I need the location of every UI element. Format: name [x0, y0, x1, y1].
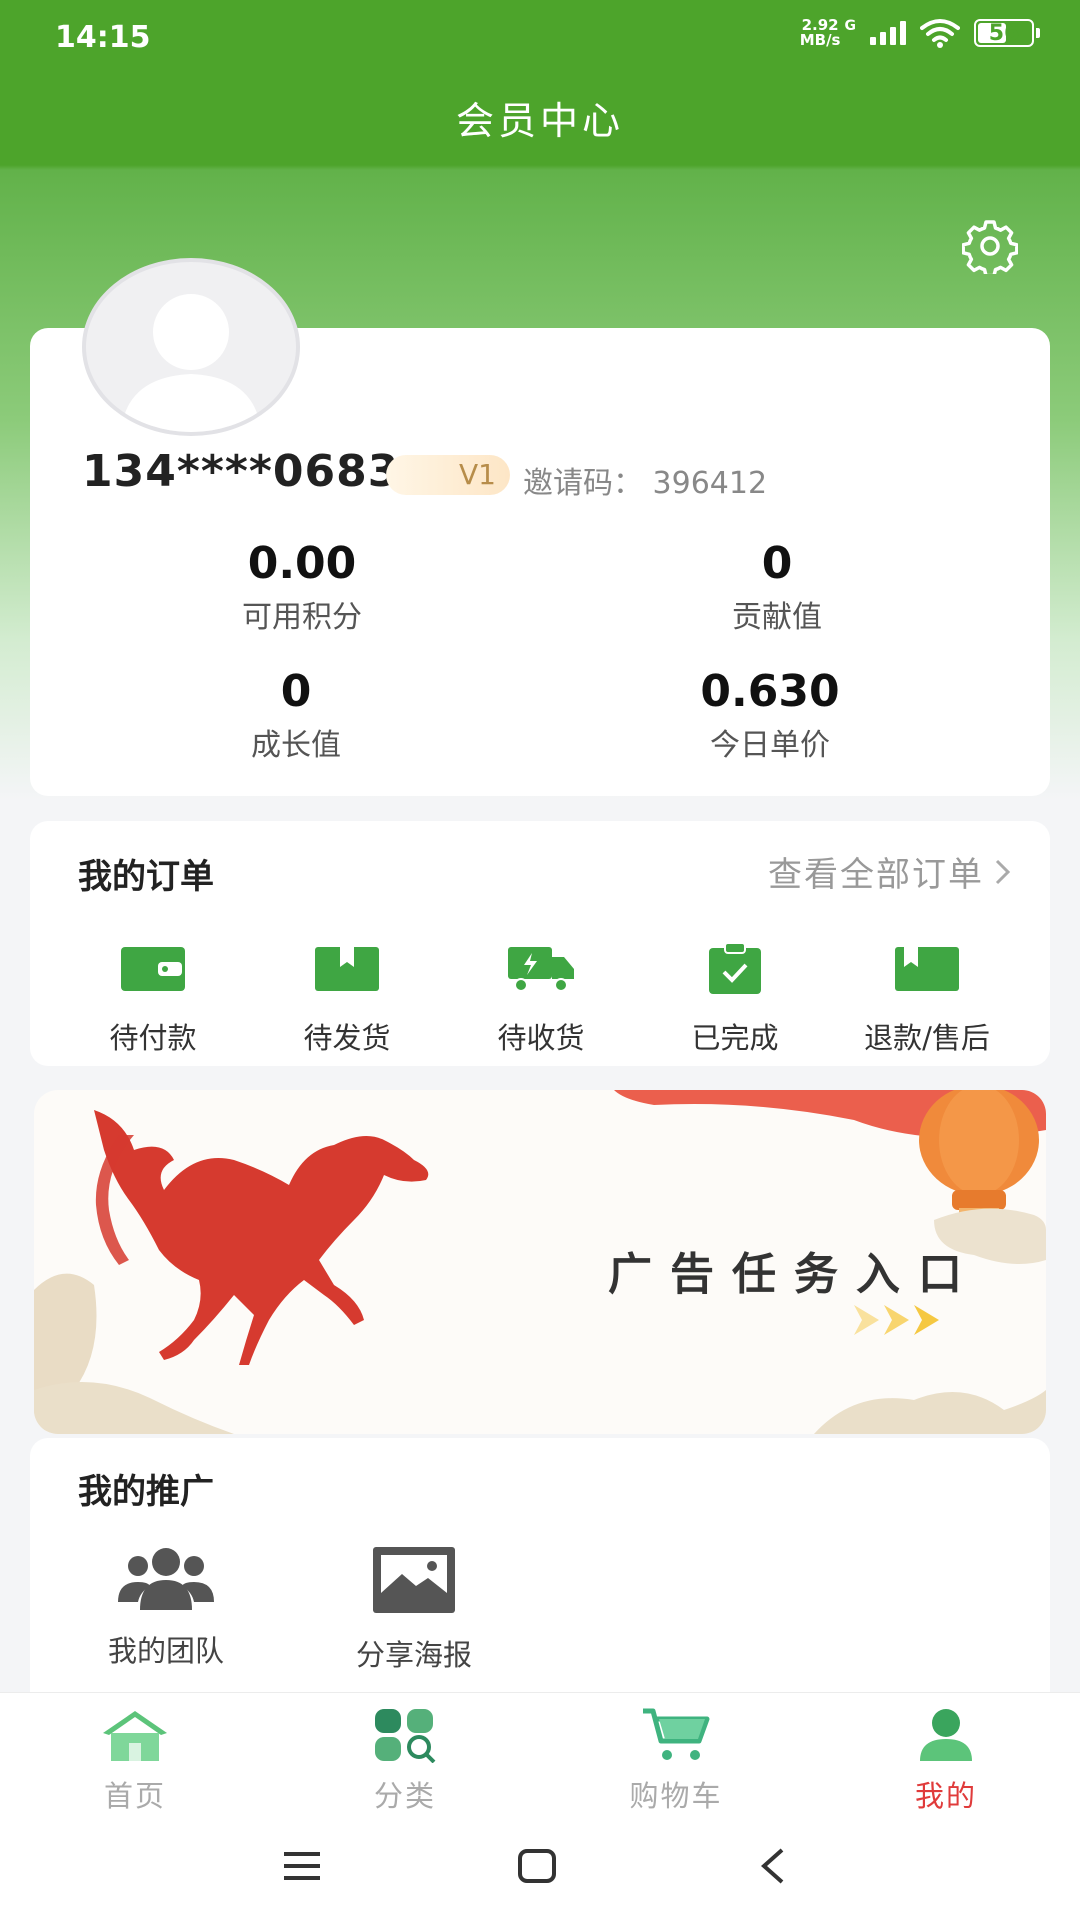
level-badge: V1 — [386, 455, 510, 495]
username: 134****0683 — [82, 446, 400, 497]
user-icon — [920, 1709, 972, 1761]
back-icon[interactable] — [758, 1846, 788, 1886]
settings-gear-icon[interactable] — [962, 218, 1018, 274]
my-team-button[interactable]: 我的团队 — [66, 1546, 266, 1670]
tab-mine[interactable]: 我的 — [866, 1707, 1026, 1815]
avatar[interactable] — [82, 258, 300, 436]
wifi-icon — [920, 19, 960, 48]
system-navigation-bar — [0, 1822, 1080, 1920]
ad-task-banner[interactable]: 广告任务入口 — [34, 1090, 1046, 1434]
cart-icon — [643, 1708, 710, 1760]
order-pending-receipt[interactable]: 待收货 — [456, 939, 626, 1057]
box-icon — [895, 947, 959, 991]
stat-contribution[interactable]: 0 贡献值 — [627, 540, 927, 636]
orders-card: 我的订单 查看全部订单 待付款 待发货 待收货 已完成 退款/售后 — [30, 821, 1050, 1066]
orders-title: 我的订单 — [78, 857, 214, 897]
banner-text: 广告任务入口 — [608, 1249, 980, 1300]
image-icon — [373, 1547, 455, 1613]
menu-icon[interactable] — [282, 1850, 322, 1882]
network-type: G — [844, 18, 857, 34]
stat-points[interactable]: 0.00 可用积分 — [152, 540, 452, 636]
order-pending-payment[interactable]: 待付款 — [68, 939, 238, 1057]
order-pending-shipment[interactable]: 待发货 — [262, 939, 432, 1057]
box-icon — [315, 947, 379, 991]
view-all-orders-link[interactable]: 查看全部订单 — [768, 847, 1012, 896]
signal-icon — [870, 21, 906, 45]
stat-growth[interactable]: 0 成长值 — [146, 668, 446, 764]
category-icon — [375, 1709, 436, 1764]
home-square-icon[interactable] — [517, 1848, 557, 1884]
order-refund-aftersales[interactable]: 退款/售后 — [842, 939, 1012, 1057]
promotion-title: 我的推广 — [78, 1472, 214, 1512]
stat-unit-price[interactable]: 0.630 今日单价 — [620, 668, 920, 764]
share-poster-button[interactable]: 分享海报 — [314, 1546, 514, 1674]
battery-icon: 56 — [974, 19, 1034, 47]
status-time: 14:15 — [55, 20, 151, 55]
tab-home[interactable]: 首页 — [55, 1707, 215, 1815]
promotion-card: 我的推广 我的团队 分享海报 — [30, 1438, 1050, 1698]
invite-code[interactable]: 邀请码： 396412 — [523, 458, 767, 502]
truck-icon — [508, 947, 574, 992]
tab-category[interactable]: 分类 — [325, 1707, 485, 1815]
tab-cart[interactable]: 购物车 — [596, 1707, 756, 1815]
clipboard-check-icon — [709, 942, 761, 994]
team-icon — [118, 1548, 214, 1610]
wallet-icon — [121, 947, 185, 991]
default-avatar-icon — [121, 294, 261, 432]
chevron-right-icon — [995, 859, 1011, 884]
status-bar: 14:15 2.92 MB/s G 56 — [0, 0, 1080, 76]
bottom-tab-bar: 首页 分类 购物车 我的 — [0, 1692, 1080, 1823]
status-icons: 2.92 MB/s G 56 — [800, 18, 1040, 48]
network-speed: 2.92 MB/s — [799, 16, 841, 49]
order-completed[interactable]: 已完成 — [650, 939, 820, 1057]
home-icon — [103, 1711, 167, 1761]
page-title: 会员中心 — [455, 99, 624, 143]
